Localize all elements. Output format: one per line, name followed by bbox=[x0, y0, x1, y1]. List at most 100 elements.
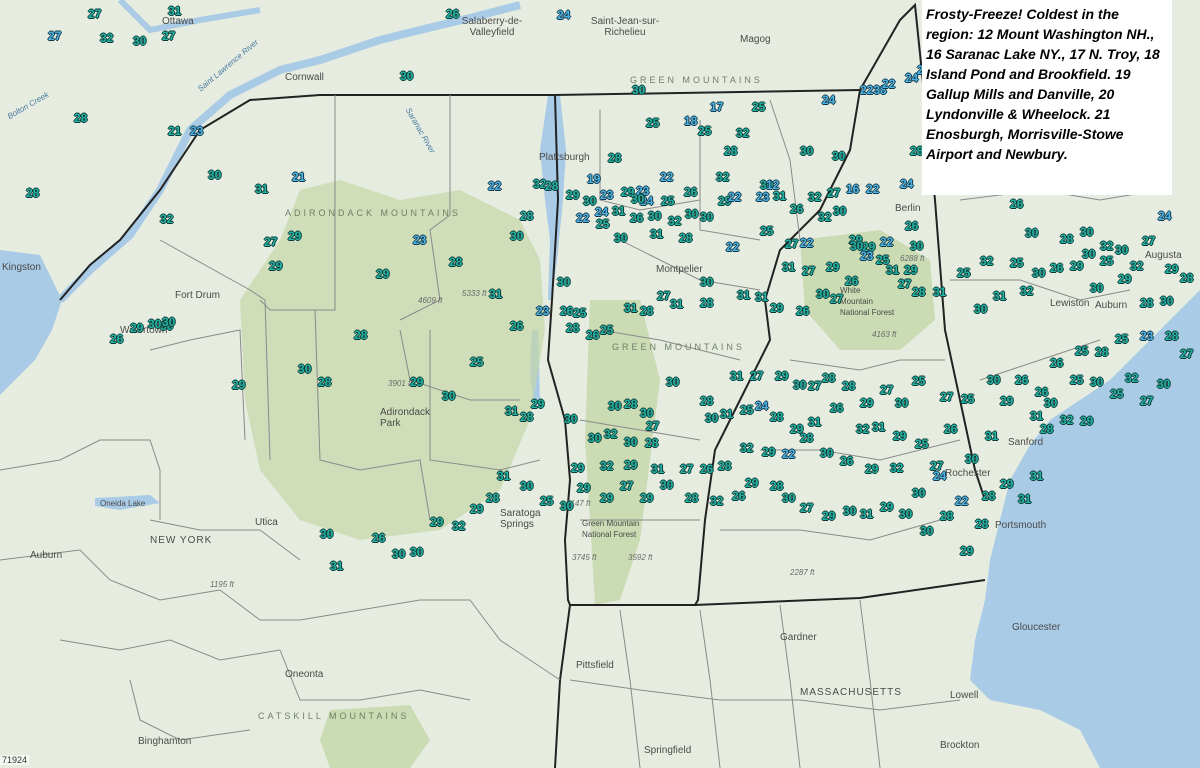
temperature-reading: 30 bbox=[148, 317, 162, 331]
temperature-reading: 28 bbox=[685, 491, 699, 505]
temperature-reading: 28 bbox=[449, 255, 463, 269]
scale-label: 71924 bbox=[0, 755, 30, 765]
place-magog: Magog bbox=[740, 34, 771, 45]
temperature-reading: 23 bbox=[756, 190, 770, 204]
temperature-reading: 29 bbox=[822, 509, 836, 523]
temperature-reading: 24 bbox=[557, 8, 571, 22]
place-augusta: Augusta bbox=[1145, 250, 1182, 261]
temperature-reading: 22 bbox=[782, 447, 796, 461]
temperature-reading: 32 bbox=[818, 210, 832, 224]
temperature-reading: 29 bbox=[1000, 394, 1014, 408]
temperature-reading: 32 bbox=[716, 170, 730, 184]
temperature-reading: 32 bbox=[668, 214, 682, 228]
temperature-reading: 31 bbox=[612, 204, 626, 218]
temperature-reading: 27 bbox=[1180, 347, 1194, 361]
temperature-reading: 30 bbox=[987, 373, 1001, 387]
place-brockton: Brockton bbox=[940, 740, 980, 751]
temperature-reading: 30 bbox=[850, 239, 864, 253]
place-auburn-ny: Auburn bbox=[30, 550, 63, 561]
temperature-reading: 32 bbox=[740, 441, 754, 455]
temperature-reading: 27 bbox=[162, 29, 176, 43]
temperature-reading: 30 bbox=[1090, 281, 1104, 295]
temperature-reading: 29 bbox=[288, 229, 302, 243]
temperature-reading: 31 bbox=[255, 182, 269, 196]
temperature-reading: 25 bbox=[1075, 344, 1089, 358]
temperature-reading: 27 bbox=[657, 289, 671, 303]
temperature-reading: 32 bbox=[1130, 259, 1144, 273]
temperature-reading: 22 bbox=[866, 182, 880, 196]
temperature-reading: 30 bbox=[392, 547, 406, 561]
temperature-reading: 31 bbox=[1030, 409, 1044, 423]
temperature-reading: 29 bbox=[1080, 414, 1094, 428]
temperature-reading: 28 bbox=[624, 397, 638, 411]
temperature-reading: 25 bbox=[540, 494, 554, 508]
temperature-reading: 23 bbox=[1140, 329, 1154, 343]
place-auburn-me: Auburn bbox=[1095, 300, 1128, 311]
temperature-reading: 28 bbox=[940, 509, 954, 523]
temperature-map[interactable]: Ottawa Salaberry-de-Valleyfield Saint-Je… bbox=[0, 0, 1200, 768]
temperature-reading: 30 bbox=[410, 545, 424, 559]
temperature-reading: 28 bbox=[520, 410, 534, 424]
temperature-reading: 32 bbox=[452, 519, 466, 533]
temperature-reading: 27 bbox=[800, 501, 814, 515]
temperature-reading: 18 bbox=[684, 114, 698, 128]
temperature-reading: 24 bbox=[595, 205, 609, 219]
temperature-reading: 25 bbox=[760, 224, 774, 238]
temperature-reading: 30 bbox=[685, 207, 699, 221]
temperature-reading: 30 bbox=[564, 412, 578, 426]
temperature-reading: 28 bbox=[520, 209, 534, 223]
temperature-reading: 31 bbox=[651, 462, 665, 476]
temperature-reading: 30 bbox=[974, 302, 988, 316]
temperature-reading: 25 bbox=[470, 355, 484, 369]
temperature-reading: 32 bbox=[736, 126, 750, 140]
temperature-reading: 25 bbox=[957, 266, 971, 280]
place-montpelier: Montpelier bbox=[656, 264, 703, 275]
freeze-note-box: Frosty-Freeze! Coldest in the region: 12… bbox=[922, 0, 1172, 195]
temperature-reading: 28 bbox=[1180, 271, 1194, 285]
temperature-reading: 27 bbox=[898, 277, 912, 291]
temperature-reading: 28 bbox=[354, 328, 368, 342]
temperature-reading: 25 bbox=[573, 306, 587, 320]
temperature-reading: 31 bbox=[755, 290, 769, 304]
temperature-reading: 25 bbox=[1100, 254, 1114, 268]
temperature-reading: 26 bbox=[845, 274, 859, 288]
temperature-reading: 32 bbox=[710, 494, 724, 508]
temperature-reading: 30 bbox=[705, 411, 719, 425]
temperature-reading: 25 bbox=[698, 124, 712, 138]
temperature-reading: 30 bbox=[208, 168, 222, 182]
temperature-reading: 26 bbox=[1010, 197, 1024, 211]
temperature-reading: 28 bbox=[975, 517, 989, 531]
temperature-reading: 24 bbox=[1158, 209, 1172, 223]
temperature-reading: 27 bbox=[830, 292, 844, 306]
place-lowell: Lowell bbox=[950, 690, 979, 701]
temperature-reading: 30 bbox=[632, 83, 646, 97]
temperature-reading: 29 bbox=[826, 260, 840, 274]
temperature-reading: 31 bbox=[168, 4, 182, 18]
elevation-label: 3745 ft bbox=[572, 553, 597, 562]
temperature-reading: 29 bbox=[1118, 272, 1132, 286]
temperature-reading: 22 bbox=[955, 494, 969, 508]
temperature-reading: 31 bbox=[730, 369, 744, 383]
temperature-reading: 28 bbox=[800, 431, 814, 445]
place-salaberry: Salaberry-de-Valleyfield bbox=[461, 16, 523, 38]
temperature-reading: 30 bbox=[820, 446, 834, 460]
temperature-reading: 29 bbox=[232, 378, 246, 392]
temperature-reading: 30 bbox=[1082, 247, 1096, 261]
temperature-reading: 21 bbox=[168, 124, 182, 138]
temperature-reading: 31 bbox=[624, 301, 638, 315]
temperature-reading: 27 bbox=[827, 186, 841, 200]
temperature-reading: 25 bbox=[600, 323, 614, 337]
elevation-label: 2287 ft bbox=[790, 568, 815, 577]
temperature-reading: 30 bbox=[624, 435, 638, 449]
temperature-reading: 27 bbox=[808, 379, 822, 393]
temperature-reading: 17 bbox=[710, 100, 724, 114]
temperature-reading: 26 bbox=[700, 462, 714, 476]
temperature-reading: 26 bbox=[905, 219, 919, 233]
place-pittsfield: Pittsfield bbox=[576, 660, 614, 671]
temperature-reading: 25 bbox=[646, 116, 660, 130]
elevation-label: 4609 ft bbox=[418, 296, 443, 305]
place-portsmouth: Portsmouth bbox=[995, 520, 1047, 531]
temperature-reading: 29 bbox=[904, 263, 918, 277]
temperature-reading: 28 bbox=[1165, 329, 1179, 343]
temperature-reading: 30 bbox=[660, 478, 674, 492]
